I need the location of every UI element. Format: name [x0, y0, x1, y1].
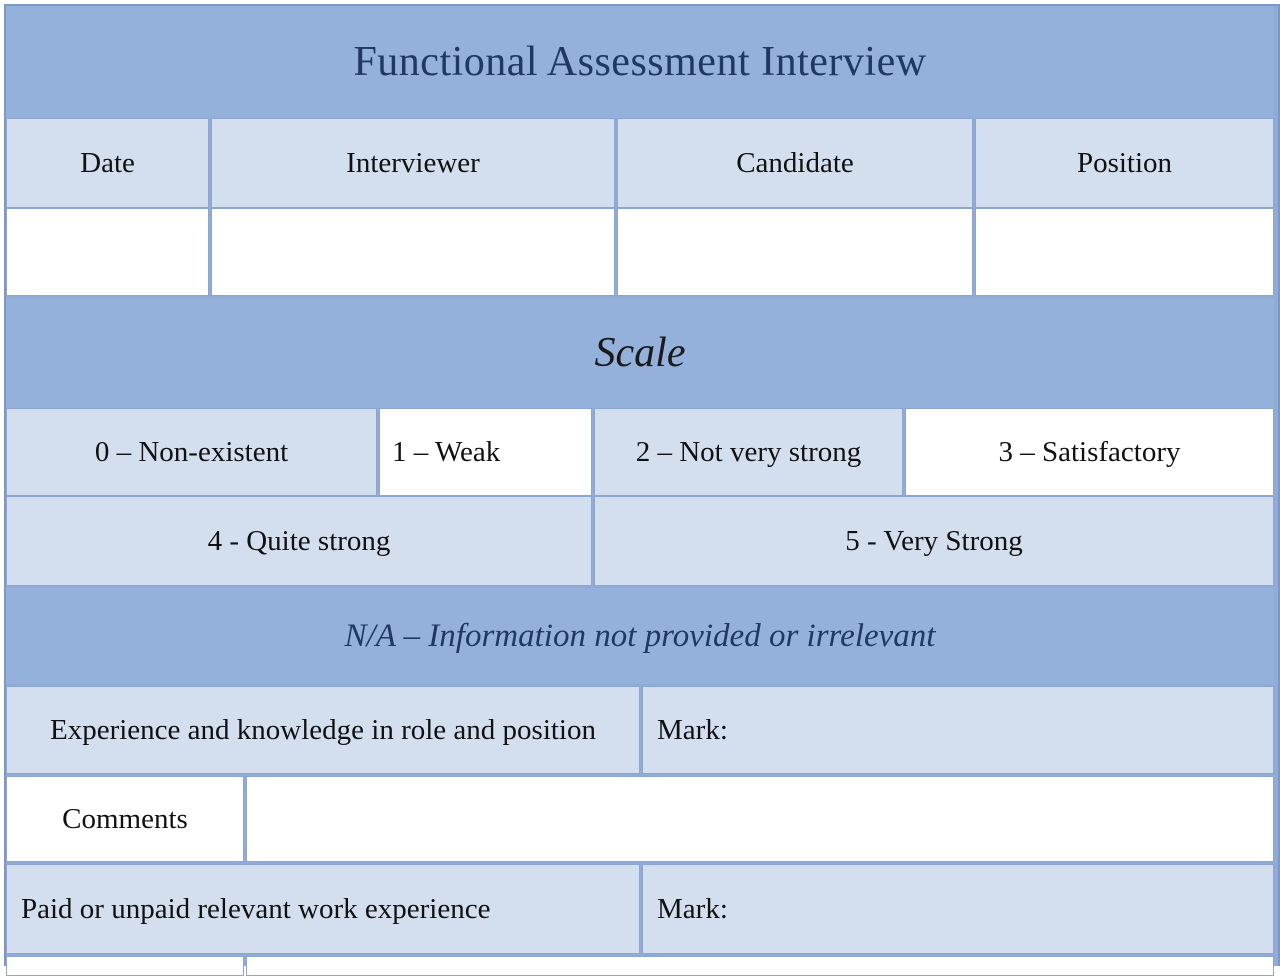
scale-level-0: 0 – Non-existent [6, 408, 377, 496]
comments-label: Comments [6, 776, 244, 862]
na-note: N/A – Information not provided or irrele… [6, 588, 1274, 684]
assessment-form: Functional Assessment Interview Date Int… [4, 4, 1280, 976]
criterion-label: Paid or unpaid relevant work experience [6, 864, 640, 954]
interviewer-field[interactable] [211, 208, 615, 296]
position-label: Position [975, 118, 1274, 208]
scale-level-4: 4 - Quite strong [6, 496, 592, 586]
date-label: Date [6, 118, 209, 208]
scale-heading: Scale [6, 298, 1274, 408]
candidate-field[interactable] [617, 208, 973, 296]
position-field[interactable] [975, 208, 1274, 296]
scale-level-1: 1 – Weak [379, 408, 592, 496]
candidate-label: Candidate [617, 118, 973, 208]
form-title: Functional Assessment Interview [6, 6, 1274, 118]
comments-label-partial [6, 956, 244, 976]
comments-field[interactable] [246, 776, 1274, 862]
mark-label: Mark: [657, 892, 728, 925]
comments-field-partial[interactable] [246, 956, 1274, 976]
criterion-mark-field[interactable]: Mark: [642, 686, 1274, 774]
mark-label: Mark: [657, 713, 728, 746]
date-field[interactable] [6, 208, 209, 296]
interviewer-label: Interviewer [211, 118, 615, 208]
scale-level-3: 3 – Satisfactory [905, 408, 1274, 496]
criterion-label: Experience and knowledge in role and pos… [6, 686, 640, 774]
criterion-mark-field[interactable]: Mark: [642, 864, 1274, 954]
scale-level-5: 5 - Very Strong [594, 496, 1274, 586]
scale-level-2: 2 – Not very strong [594, 408, 903, 496]
